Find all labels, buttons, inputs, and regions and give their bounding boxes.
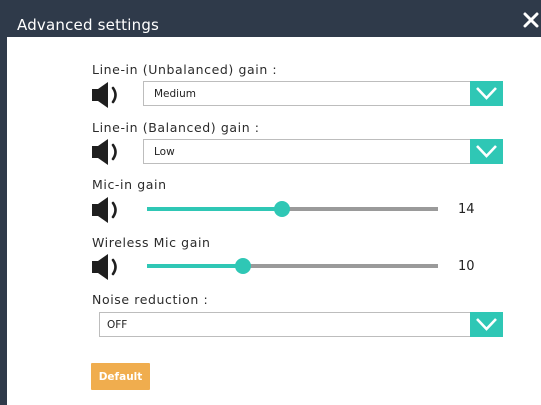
default-button[interactable]: Default xyxy=(91,363,150,390)
speaker-icon xyxy=(91,252,125,282)
mic-in-gain-label: Mic-in gain xyxy=(92,177,167,192)
line-in-balanced-label: Line-in (Balanced) gain : xyxy=(92,120,260,135)
mic-in-gain-slider[interactable] xyxy=(147,199,438,219)
line-in-unbalanced-label: Line-in (Unbalanced) gain : xyxy=(92,62,278,77)
wireless-mic-gain-value: 10 xyxy=(458,259,475,274)
slider-thumb[interactable] xyxy=(235,258,251,274)
chevron-down-icon[interactable] xyxy=(470,312,503,337)
line-in-unbalanced-value: Medium xyxy=(154,88,196,100)
window-left-border xyxy=(0,0,7,405)
wireless-mic-gain-label: Wireless Mic gain xyxy=(92,235,211,250)
wireless-mic-gain-slider[interactable] xyxy=(147,256,438,276)
mic-in-gain-value: 14 xyxy=(458,202,475,217)
slider-thumb[interactable] xyxy=(274,201,290,217)
noise-reduction-label: Noise reduction : xyxy=(92,292,209,307)
speaker-icon xyxy=(91,137,125,167)
chevron-down-icon[interactable] xyxy=(470,139,503,164)
chevron-down-icon[interactable] xyxy=(470,81,503,106)
dialog-title: Advanced settings xyxy=(17,16,160,34)
noise-reduction-select[interactable]: OFF xyxy=(99,312,503,337)
speaker-icon xyxy=(91,80,125,110)
speaker-icon xyxy=(91,195,125,225)
line-in-unbalanced-select[interactable]: Medium xyxy=(143,81,503,106)
noise-reduction-value: OFF xyxy=(107,319,128,331)
slider-fill xyxy=(147,264,243,268)
close-icon[interactable] xyxy=(523,12,539,28)
dialog-titlebar: Advanced settings xyxy=(7,0,541,37)
line-in-balanced-select[interactable]: Low xyxy=(143,139,503,164)
line-in-balanced-value: Low xyxy=(154,146,175,158)
slider-fill xyxy=(147,207,282,211)
